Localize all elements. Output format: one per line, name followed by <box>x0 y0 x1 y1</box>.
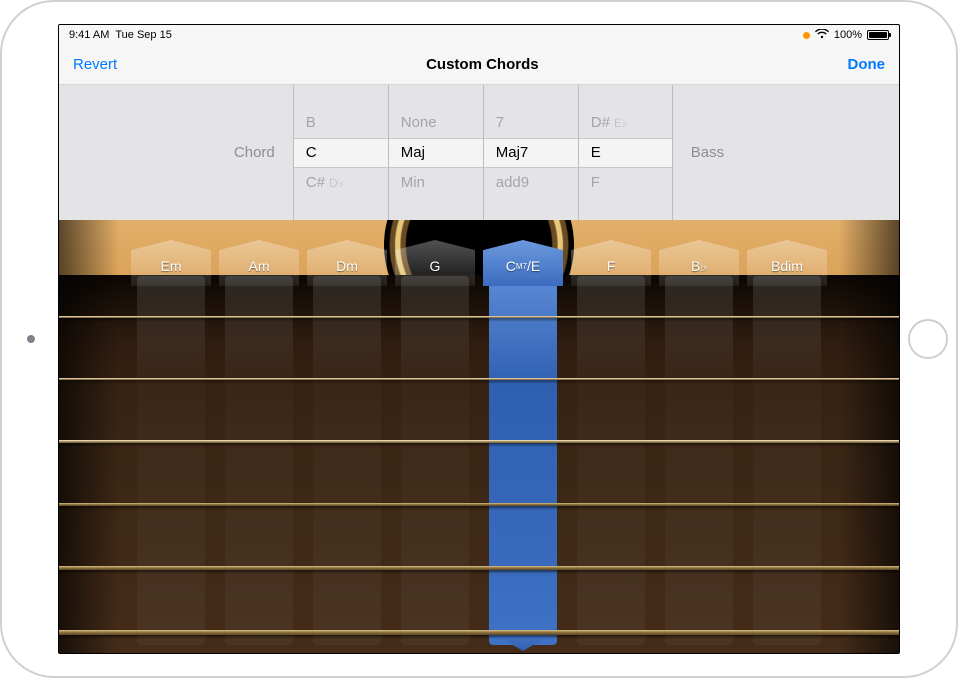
chord-picker: Chord B C C# D♭ None Maj Min 7 Maj7 add9 <box>59 85 899 220</box>
chord-strip-body[interactable] <box>313 276 381 645</box>
chord-strip-label: Am <box>219 240 299 286</box>
chord-strip-label: Em <box>131 240 211 286</box>
chord-strip-label: CM7/E <box>483 240 563 286</box>
picker-bass-next: F <box>591 174 600 191</box>
chord-strips: EmAmDmGCM7/EFB♭Bdim <box>59 240 899 645</box>
chord-strip-8[interactable]: Bdim <box>747 240 827 645</box>
picker-bass-selected: E <box>591 144 601 161</box>
revert-button[interactable]: Revert <box>73 56 117 73</box>
chord-strip-1[interactable]: Em <box>131 240 211 645</box>
chord-strip-3[interactable]: Dm <box>307 240 387 645</box>
battery-percentage: 100% <box>834 29 862 41</box>
picker-quality-next: Min <box>401 174 425 191</box>
status-time: 9:41 AM <box>69 29 109 41</box>
chord-strip-body[interactable] <box>489 276 557 645</box>
chord-strip-7[interactable]: B♭ <box>659 240 739 645</box>
picker-chord-label: Chord <box>216 144 293 161</box>
chord-strip-body[interactable] <box>577 276 645 645</box>
chord-strip-body[interactable] <box>137 276 205 645</box>
picker-bass-prev: D# <box>591 114 610 131</box>
picker-ext-selected: Maj7 <box>496 144 529 161</box>
picker-root-column[interactable]: B C C# D♭ <box>293 85 388 220</box>
camera-dot <box>27 335 35 343</box>
page-title: Custom Chords <box>426 56 539 73</box>
nav-bar: Revert Custom Chords Done <box>59 45 899 85</box>
picker-columns: B C C# D♭ None Maj Min 7 Maj7 add9 D# E♭ E <box>293 85 673 220</box>
picker-root-prev: B <box>306 114 316 131</box>
picker-root-next: C# <box>306 174 325 191</box>
done-button[interactable]: Done <box>848 56 886 73</box>
chord-strip-label: F <box>571 240 651 286</box>
screen: 9:41 AM Tue Sep 15 100% Revert Custom Ch… <box>58 24 900 654</box>
ipad-frame: 9:41 AM Tue Sep 15 100% Revert Custom Ch… <box>0 0 958 678</box>
chord-strip-4[interactable]: G <box>395 240 475 645</box>
home-button[interactable] <box>908 319 948 359</box>
chord-strip-6[interactable]: F <box>571 240 651 645</box>
picker-root-selected: C <box>306 144 317 161</box>
status-bar: 9:41 AM Tue Sep 15 100% <box>59 25 899 45</box>
picker-bass-label: Bass <box>673 144 742 161</box>
chord-strip-5[interactable]: CM7/E <box>483 240 563 645</box>
picker-ext-prev: 7 <box>496 114 504 131</box>
picker-ext-next: add9 <box>496 174 529 191</box>
picker-bass-prev-enh: E♭ <box>614 116 628 130</box>
picker-quality-prev: None <box>401 114 437 131</box>
chord-strip-2[interactable]: Am <box>219 240 299 645</box>
picker-quality-selected: Maj <box>401 144 425 161</box>
status-right: 100% <box>803 29 889 42</box>
chord-strip-label: G <box>395 240 475 286</box>
status-date: Tue Sep 15 <box>115 29 171 41</box>
picker-root-next-enh: D♭ <box>329 176 343 190</box>
guitar-area: EmAmDmGCM7/EFB♭Bdim <box>59 220 899 653</box>
recording-indicator-dot <box>803 32 810 39</box>
picker-extension-column[interactable]: 7 Maj7 add9 <box>483 85 578 220</box>
chord-strip-label: B♭ <box>659 240 739 286</box>
picker-quality-column[interactable]: None Maj Min <box>388 85 483 220</box>
chord-strip-label: Bdim <box>747 240 827 286</box>
chord-strip-body[interactable] <box>753 276 821 645</box>
chord-strip-label: Dm <box>307 240 387 286</box>
status-left: 9:41 AM Tue Sep 15 <box>69 29 172 41</box>
chord-strip-body[interactable] <box>225 276 293 645</box>
chord-strip-body[interactable] <box>401 276 469 645</box>
battery-icon <box>867 30 889 40</box>
wifi-icon <box>815 29 829 42</box>
chord-strip-body[interactable] <box>665 276 733 645</box>
picker-bass-column[interactable]: D# E♭ E F <box>578 85 673 220</box>
